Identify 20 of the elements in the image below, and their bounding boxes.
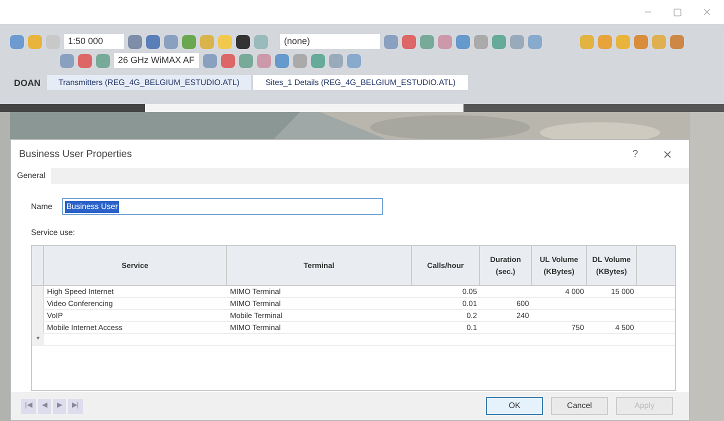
- scale-field[interactable]: 1:50 000: [64, 34, 124, 49]
- row-header[interactable]: [32, 286, 44, 297]
- dialog-tab[interactable]: General: [11, 168, 52, 184]
- dialog-button[interactable]: OK: [486, 397, 543, 415]
- maximize-icon[interactable]: [673, 8, 682, 16]
- name-label: Name: [31, 200, 52, 212]
- close-icon[interactable]: [662, 148, 673, 160]
- document-tab[interactable]: Sites_1 Details (REG_4G_BELGIUM_ESTUDIO.ATL): [253, 75, 468, 90]
- tool-icon[interactable]: [236, 34, 250, 48]
- new-row-marker: *: [32, 334, 44, 345]
- service-use-label: Service use:: [31, 227, 76, 239]
- dialog-button[interactable]: Cancel: [551, 397, 608, 415]
- name-field[interactable]: Business User: [62, 198, 384, 215]
- document-tab[interactable]: Transmitters (REG_4G_BELGIUM_ESTUDIO.ATL): [46, 75, 252, 90]
- band-dropdown[interactable]: 26 GHz WiMAX AF: [114, 53, 199, 68]
- app-label: DOAN: [13, 76, 42, 90]
- dialog-title: Business User Properties: [19, 148, 132, 162]
- filter-field[interactable]: (none): [280, 34, 380, 49]
- name-value: Business User: [65, 200, 119, 212]
- help-button[interactable]: ?: [632, 146, 638, 162]
